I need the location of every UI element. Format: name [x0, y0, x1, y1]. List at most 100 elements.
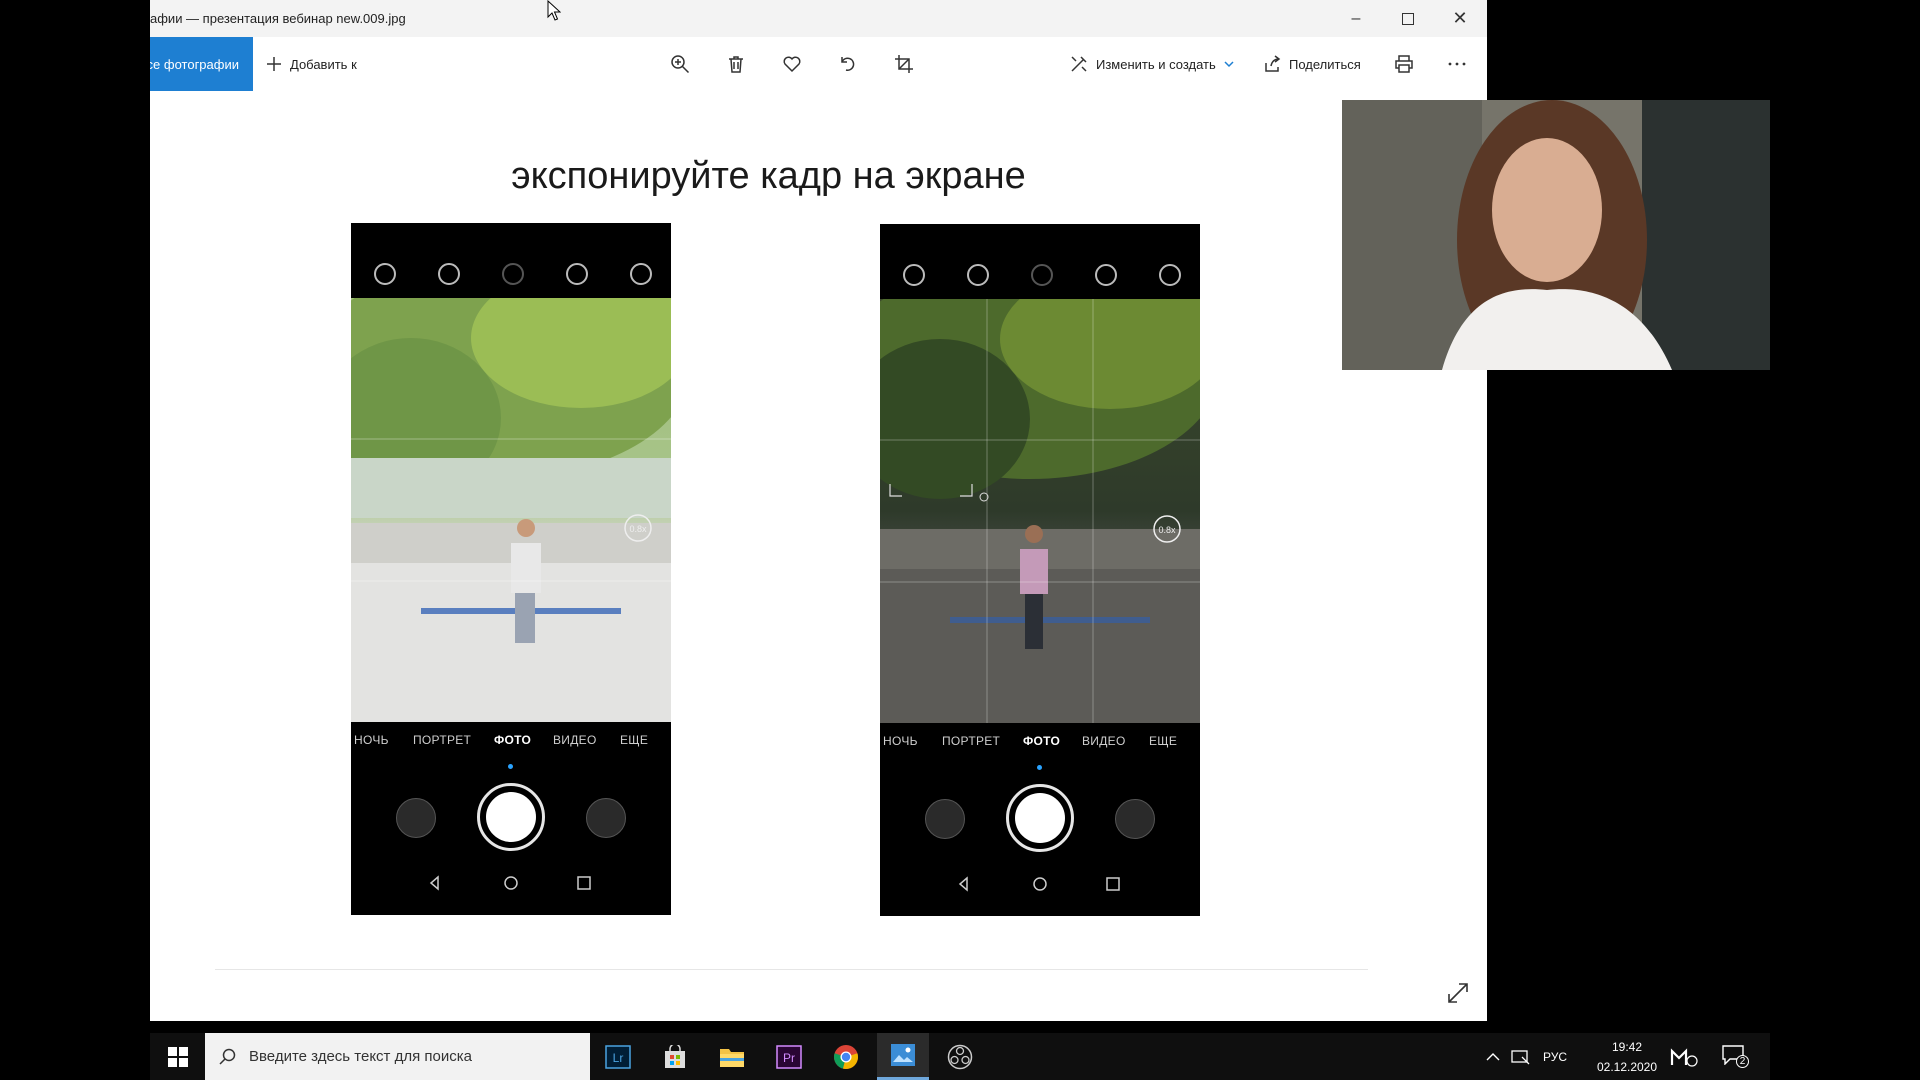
home-icon [1033, 877, 1047, 891]
mode-more[interactable]: ЕЩЕ [1149, 734, 1177, 748]
svg-text:Pr: Pr [783, 1051, 795, 1065]
edit-icon [1071, 56, 1087, 72]
settings-icon [1159, 264, 1181, 286]
more-button[interactable] [1444, 51, 1470, 77]
photos-window: афии — презентация вебинар new.009.jpg –… [150, 0, 1487, 1021]
mode-video[interactable]: ВИДЕО [1082, 734, 1126, 748]
svg-text:Lr: Lr [613, 1051, 624, 1065]
gallery-thumbnail[interactable] [925, 799, 965, 839]
language-indicator[interactable]: РУС [1543, 1050, 1567, 1064]
switch-camera-button[interactable] [586, 798, 626, 838]
window-title: афии — презентация вебинар new.009.jpg [150, 11, 406, 26]
add-to-button[interactable]: Добавить к [266, 37, 357, 91]
chevron-up-icon[interactable] [1486, 1052, 1500, 1062]
mode-video[interactable]: ВИДЕО [553, 733, 597, 747]
delete-button[interactable] [723, 51, 749, 77]
zoom-icon [671, 55, 690, 74]
screen: афии — презентация вебинар new.009.jpg –… [0, 0, 1920, 1080]
chevron-down-icon [1224, 61, 1234, 68]
fullscreen-button[interactable] [1445, 980, 1471, 1006]
obs-icon [947, 1044, 973, 1069]
maximize-button[interactable] [1382, 0, 1434, 37]
mail-icon[interactable] [1670, 1046, 1698, 1068]
close-button[interactable]: ✕ [1434, 0, 1486, 37]
taskbar-file-explorer[interactable] [706, 1033, 758, 1080]
back-icon [429, 875, 439, 891]
mode-more[interactable]: ЕЩЕ [620, 733, 648, 747]
clock-date[interactable]: 02.12.2020 [1582, 1060, 1672, 1074]
taskbar-lightroom[interactable]: Lr [592, 1033, 644, 1080]
start-button[interactable] [150, 1033, 205, 1080]
taskbar-search[interactable]: Введите здесь текст для поиска [205, 1033, 590, 1080]
ai-icon [438, 263, 460, 285]
webcam-overlay [1342, 100, 1770, 370]
phone-screenshot-bright: 0.8x НОЧЬ ПОРТРЕТ ФОТО ВИДЕО ЕЩЕ [351, 223, 671, 915]
print-icon [1395, 55, 1413, 73]
store-icon [665, 1044, 685, 1068]
camera-modes: НОЧЬ ПОРТРЕТ ФОТО ВИДЕО ЕЩЕ [880, 734, 1200, 754]
minimize-icon: – [1351, 9, 1361, 27]
flash-off-icon [1031, 264, 1053, 286]
slide-title: экспонируйте кадр на экране [511, 155, 1026, 197]
all-photos-button[interactable]: се фотографии [150, 37, 253, 91]
taskbar-obs[interactable] [934, 1033, 986, 1080]
windows-icon [167, 1046, 188, 1067]
android-navbar [958, 876, 1120, 892]
rotate-button[interactable] [835, 51, 861, 77]
mode-portrait[interactable]: ПОРТРЕТ [942, 734, 1000, 748]
search-icon [219, 1048, 236, 1065]
ai-icon [967, 264, 989, 286]
switch-camera-button[interactable] [1115, 799, 1155, 839]
zoom-badge[interactable]: 0.8x [629, 524, 647, 534]
minimize-button[interactable]: – [1330, 0, 1382, 37]
camera-preview-dark: 0.8x [880, 299, 1200, 723]
edit-create-button[interactable]: Изменить и создать [1070, 37, 1234, 91]
active-mode-dot [508, 764, 513, 769]
title-bar[interactable]: афии — презентация вебинар new.009.jpg –… [150, 0, 1487, 37]
share-button[interactable]: Поделиться [1263, 37, 1361, 91]
clock-time[interactable]: 19:42 [1599, 1040, 1655, 1054]
slide-divider [215, 969, 1368, 970]
shutter-button[interactable] [477, 783, 545, 851]
crop-icon [895, 55, 913, 73]
notification-badge: 2 [1736, 1055, 1749, 1068]
recents-icon [577, 876, 591, 890]
action-center-button[interactable]: 2 [1722, 1045, 1749, 1069]
back-icon [958, 876, 968, 892]
taskbar-store[interactable] [649, 1033, 701, 1080]
mode-photo[interactable]: ФОТО [494, 733, 531, 747]
crop-button[interactable] [891, 51, 917, 77]
camera-top-bar [880, 224, 1200, 299]
settings-icon [630, 263, 652, 285]
photos-icon [891, 1044, 915, 1066]
maximize-icon [1402, 12, 1414, 25]
network-icon[interactable] [1511, 1048, 1531, 1066]
share-icon [1265, 55, 1281, 72]
focus-icon [903, 264, 925, 286]
gallery-thumbnail[interactable] [396, 798, 436, 838]
mode-portrait[interactable]: ПОРТРЕТ [413, 733, 471, 747]
rotate-icon [841, 57, 855, 71]
camera-top-bar [351, 223, 671, 298]
mode-night[interactable]: НОЧЬ [883, 734, 918, 748]
taskbar-chrome[interactable] [820, 1033, 872, 1080]
zoom-button[interactable] [667, 51, 693, 77]
android-navbar [429, 875, 591, 891]
shutter-button[interactable] [1006, 784, 1074, 852]
close-icon: ✕ [1452, 8, 1468, 28]
trash-icon [729, 56, 743, 73]
taskbar-premiere[interactable]: Pr [763, 1033, 815, 1080]
home-icon [504, 876, 518, 890]
more-icon [1448, 62, 1466, 66]
focus-icon [374, 263, 396, 285]
plus-icon [267, 57, 281, 71]
print-button[interactable] [1391, 51, 1417, 77]
favorite-button[interactable] [779, 51, 805, 77]
taskbar-photos[interactable] [877, 1033, 929, 1080]
search-placeholder: Введите здесь текст для поиска [249, 1048, 472, 1065]
zoom-badge[interactable]: 0.8x [1158, 525, 1176, 535]
mode-night[interactable]: НОЧЬ [354, 733, 389, 747]
image-viewer[interactable]: экспонируйте кадр на экране 0.8x НОЧЬ ПО… [150, 91, 1487, 1021]
camera-preview-bright: 0.8x [351, 298, 671, 722]
mode-photo[interactable]: ФОТО [1023, 734, 1060, 748]
